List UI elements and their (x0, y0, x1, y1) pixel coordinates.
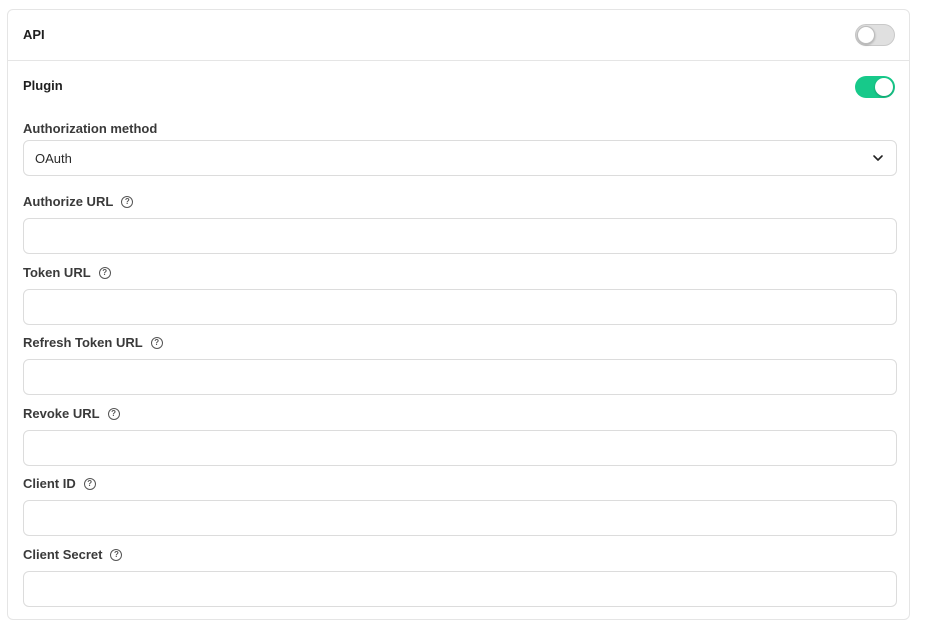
chevron-down-icon (873, 155, 883, 161)
plugin-toggle-knob (875, 78, 893, 96)
api-row: API (8, 10, 909, 61)
authorize-url-input[interactable] (23, 218, 897, 254)
question-circle-icon[interactable]: ? (110, 548, 123, 561)
client-secret-label: Client Secret ? (23, 547, 123, 562)
question-circle-icon[interactable]: ? (83, 477, 96, 490)
client-id-label: Client ID ? (23, 476, 96, 491)
revoke-url-input[interactable] (23, 430, 897, 466)
api-toggle[interactable] (855, 24, 895, 46)
plugin-toggle[interactable] (855, 76, 895, 98)
authorization-method-label: Authorization method (23, 121, 158, 136)
refresh-token-url-label-text: Refresh Token URL (23, 335, 143, 350)
token-url-label-text: Token URL (23, 265, 91, 280)
question-circle-icon[interactable]: ? (107, 407, 120, 420)
client-id-label-text: Client ID (23, 476, 76, 491)
token-url-label: Token URL ? (23, 265, 111, 280)
question-circle-icon[interactable]: ? (98, 266, 111, 279)
refresh-token-url-label: Refresh Token URL ? (23, 335, 163, 350)
authorize-url-label-text: Authorize URL (23, 194, 114, 209)
refresh-token-url-input[interactable] (23, 359, 897, 395)
authorize-url-label: Authorize URL ? (23, 194, 134, 209)
api-toggle-knob (857, 26, 875, 44)
authorization-method-select[interactable]: OAuth (23, 140, 897, 176)
settings-card: API Plugin Authorization method OAuth Au… (7, 9, 910, 620)
question-circle-icon[interactable]: ? (121, 195, 134, 208)
revoke-url-label: Revoke URL ? (23, 406, 120, 421)
api-title: API (23, 27, 45, 42)
plugin-title: Plugin (23, 78, 63, 93)
client-secret-label-text: Client Secret (23, 547, 103, 562)
client-id-input[interactable] (23, 500, 897, 536)
token-url-input[interactable] (23, 289, 897, 325)
question-circle-icon[interactable]: ? (150, 336, 163, 349)
revoke-url-label-text: Revoke URL (23, 406, 100, 421)
client-secret-input[interactable] (23, 571, 897, 607)
authorization-method-value: OAuth (35, 151, 72, 166)
